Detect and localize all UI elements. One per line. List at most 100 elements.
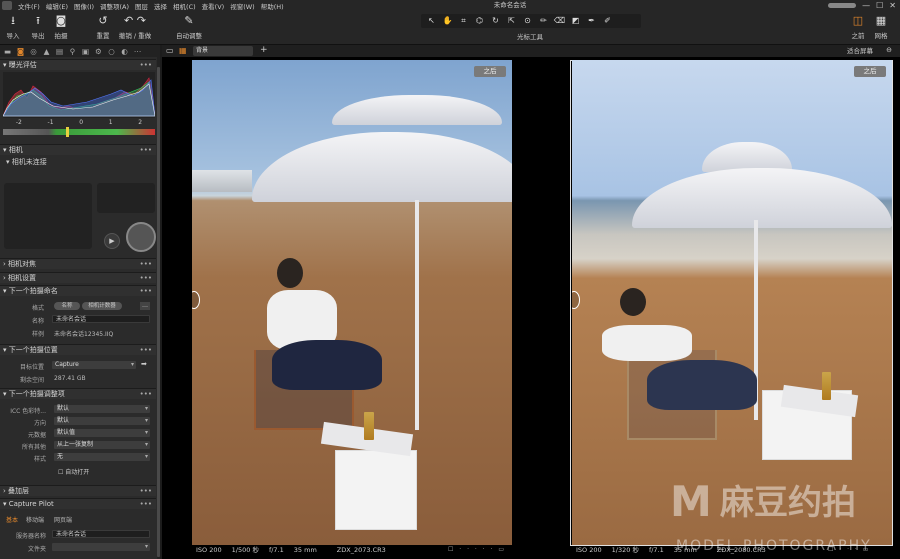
- crop-icon[interactable]: ⌗: [456, 15, 471, 27]
- menu-file[interactable]: 文件(F): [15, 1, 43, 11]
- more-icon[interactable]: •••: [140, 486, 152, 497]
- before-button[interactable]: ◫ 之前: [851, 14, 865, 40]
- shutter-value: 1/320 秒: [611, 546, 639, 554]
- icc-select[interactable]: 默认: [54, 405, 150, 413]
- capture-tab-icon[interactable]: ◙: [16, 47, 25, 56]
- format-tag-name[interactable]: 名称: [54, 302, 80, 310]
- menu-window[interactable]: 视窗(W): [227, 1, 258, 11]
- add-layer-icon[interactable]: +: [260, 45, 268, 55]
- keystone-icon[interactable]: ⌬: [472, 15, 487, 27]
- select-cursor-icon[interactable]: ↖: [424, 15, 439, 27]
- library-tab-icon[interactable]: ▬: [3, 47, 12, 56]
- menu-select[interactable]: 选择: [151, 1, 170, 11]
- menu-view[interactable]: 查看(V): [199, 1, 228, 11]
- variant-select[interactable]: 背景: [193, 46, 253, 56]
- tab-web[interactable]: 网页端: [54, 515, 72, 524]
- focus-section-header[interactable]: › 相机对焦 •••: [0, 258, 156, 269]
- subject-head: [277, 258, 303, 288]
- more-icon[interactable]: •••: [140, 389, 152, 400]
- auto-adjust-button[interactable]: ✎ 自动调整: [176, 14, 202, 40]
- transform-icon[interactable]: ⇱: [504, 15, 519, 27]
- photo-right[interactable]: 之后: [572, 60, 892, 545]
- capture-button[interactable]: ◙ 拍摄: [54, 14, 68, 40]
- layers-tab-icon[interactable]: ▤: [55, 47, 64, 56]
- batch-tab-icon[interactable]: ⋯: [133, 47, 142, 56]
- server-name-field[interactable]: 未命名会话: [52, 530, 150, 538]
- left-rating-dots[interactable]: ☐ · · · · · ▭: [448, 546, 506, 553]
- file-name: ZDX_2073.CR3: [336, 546, 386, 554]
- menu-adjustments[interactable]: 调整项(A): [97, 1, 132, 11]
- window-controls: — ☐ ✕: [828, 0, 900, 11]
- reset-button[interactable]: ↺ 重置: [96, 14, 110, 40]
- picker-icon[interactable]: ✐: [600, 15, 615, 27]
- grid-button[interactable]: ▦ 网格: [874, 14, 888, 40]
- camera-settings-header[interactable]: › 相机设置 •••: [0, 272, 156, 283]
- all-other-select[interactable]: 从上一张复制: [54, 441, 150, 449]
- style-select[interactable]: 无: [54, 453, 150, 461]
- more-icon[interactable]: •••: [140, 273, 152, 284]
- color-tab-icon[interactable]: ◐: [120, 47, 129, 56]
- maximize-icon[interactable]: ☐: [876, 0, 883, 11]
- name-field[interactable]: 未命名会话: [52, 315, 150, 323]
- exposure-tab-icon[interactable]: ▲: [42, 47, 51, 56]
- metadata-select[interactable]: 默认值: [54, 429, 150, 437]
- more-icon[interactable]: •••: [140, 259, 152, 270]
- menu-camera[interactable]: 相机(C): [170, 1, 199, 11]
- variants-view-icon[interactable]: ▦: [179, 46, 187, 55]
- right-rating-dots[interactable]: ☐ · · · ▭: [828, 546, 870, 553]
- menu-edit[interactable]: 编辑(E): [43, 1, 71, 11]
- menu-help[interactable]: 帮助(H): [258, 1, 287, 11]
- undo-redo-button[interactable]: ↶ ↷ 撤销 / 重做: [117, 14, 153, 40]
- zoom-out-icon[interactable]: ⊖: [886, 46, 892, 54]
- more-icon[interactable]: •••: [140, 60, 152, 71]
- more-icon[interactable]: •••: [140, 286, 152, 297]
- aperture-value: f/7.1: [268, 546, 284, 554]
- export-button[interactable]: ⭱ 导出: [31, 14, 45, 40]
- details-tab-icon[interactable]: ▣: [81, 47, 90, 56]
- minimize-icon[interactable]: —: [862, 0, 870, 11]
- zoom-fit-label[interactable]: 适合屏幕: [847, 46, 873, 56]
- viewer-toolbar: [162, 45, 900, 57]
- menu-image[interactable]: 图像(I): [71, 1, 97, 11]
- exposure-section-header[interactable]: ▾ 曝光评估 •••: [0, 59, 156, 70]
- gradient-icon[interactable]: ◩: [568, 15, 583, 27]
- location-section-header[interactable]: ▾ 下一个拍摄位置 •••: [0, 344, 156, 355]
- arrow-right-icon[interactable]: ➡: [141, 360, 147, 368]
- format-edit-icon[interactable]: …: [140, 302, 150, 310]
- brush-icon[interactable]: ✏: [536, 15, 551, 27]
- camera-section-header[interactable]: ▾ 相机 •••: [0, 144, 156, 155]
- close-icon[interactable]: ✕: [889, 0, 896, 11]
- destination-select[interactable]: Capture: [52, 361, 136, 369]
- sample-value: 未命名会话12345.IIQ: [54, 331, 114, 338]
- tab-basic[interactable]: 基本: [6, 515, 18, 524]
- import-button[interactable]: ⭳ 导入: [6, 14, 20, 40]
- auto-open-checkbox[interactable]: ☐ 自动打开: [58, 467, 89, 476]
- adjust-section-header[interactable]: ▾ 下一个拍摄调整项 •••: [0, 388, 156, 399]
- menu-layers[interactable]: 图层: [132, 1, 151, 11]
- video-icon[interactable]: ▶: [104, 233, 120, 249]
- spot-icon[interactable]: ⊙: [520, 15, 535, 27]
- single-view-icon[interactable]: ▭: [166, 46, 174, 55]
- pan-hand-icon[interactable]: ✋: [440, 15, 455, 27]
- search-tab-icon[interactable]: ⚲: [68, 47, 77, 56]
- shutter-button[interactable]: [126, 222, 156, 252]
- eraser-icon[interactable]: ⌫: [552, 15, 567, 27]
- naming-section-header[interactable]: ▾ 下一个拍摄命名 •••: [0, 285, 156, 296]
- lens-tab-icon[interactable]: ◎: [29, 47, 38, 56]
- focal-value: 35 mm: [673, 546, 697, 554]
- circle-tab-icon[interactable]: ○: [107, 47, 116, 56]
- more-icon[interactable]: •••: [140, 345, 152, 356]
- overlay-section-header[interactable]: › 叠加层 •••: [0, 485, 156, 496]
- rotate-icon[interactable]: ↻: [488, 15, 503, 27]
- folder-select[interactable]: [52, 543, 150, 551]
- pen-icon[interactable]: ✒: [584, 15, 599, 27]
- settings-tab-icon[interactable]: ⚙: [94, 47, 103, 56]
- more-icon[interactable]: •••: [140, 145, 152, 156]
- tab-mobile[interactable]: 移动端: [26, 515, 44, 524]
- pilot-section-header[interactable]: ▾ Capture Pilot •••: [0, 498, 156, 509]
- more-icon[interactable]: •••: [140, 499, 152, 510]
- format-tag-counter[interactable]: 相机计数器: [82, 302, 122, 310]
- panel-scrollbar[interactable]: [157, 57, 160, 559]
- photo-left[interactable]: 之后: [192, 60, 512, 545]
- orientation-select[interactable]: 默认: [54, 417, 150, 425]
